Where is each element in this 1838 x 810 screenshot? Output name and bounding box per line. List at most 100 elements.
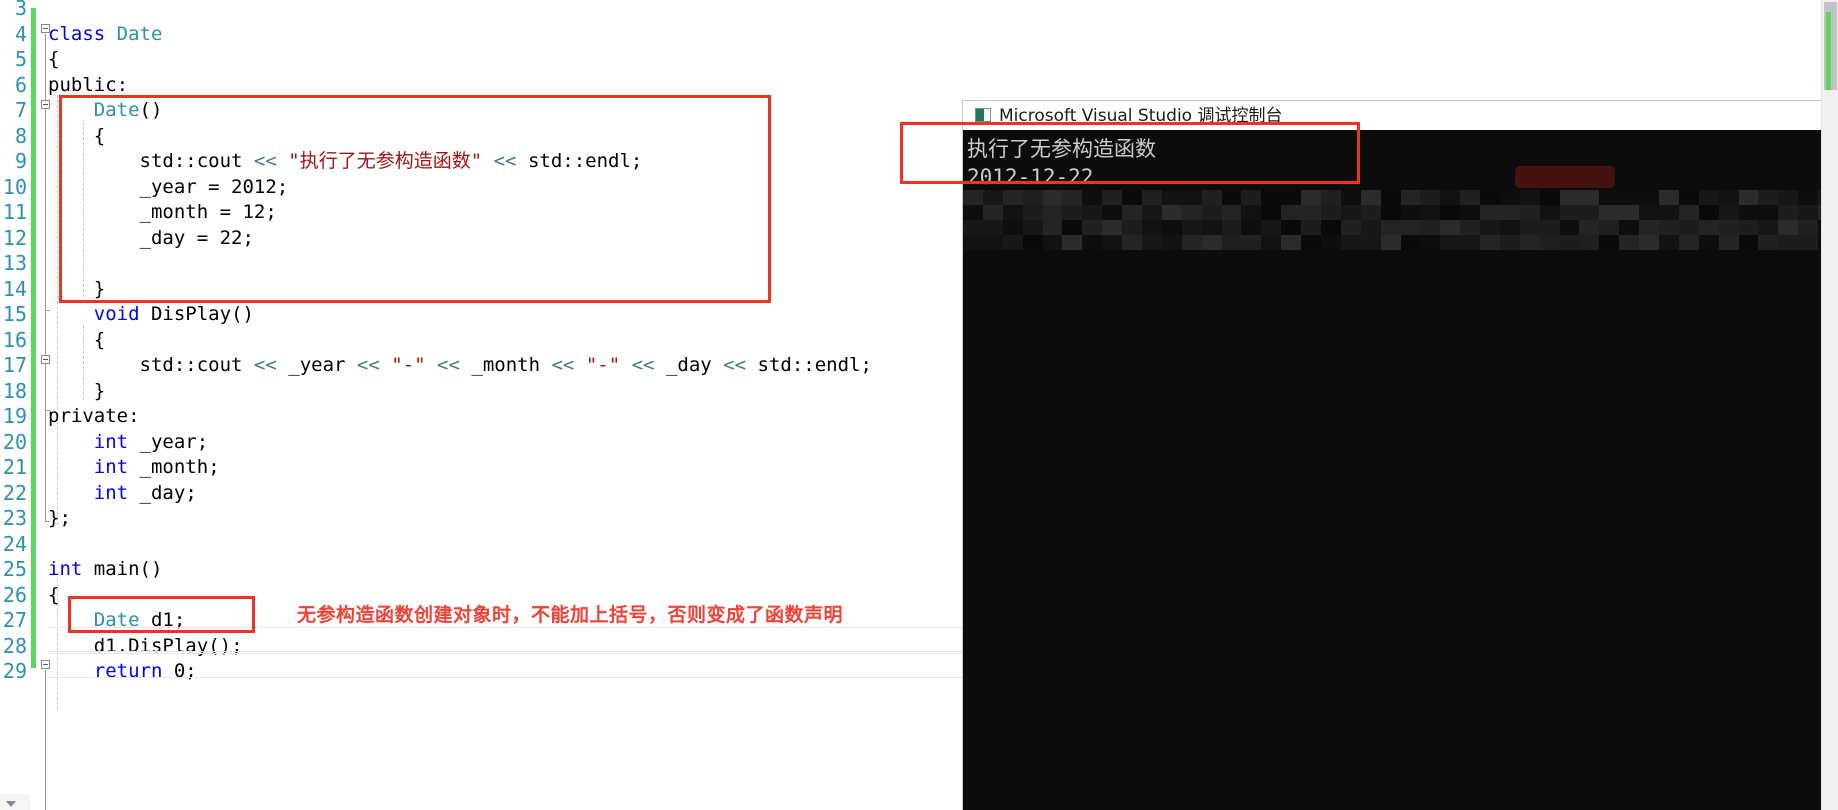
mosaic-tile bbox=[1480, 205, 1501, 220]
mosaic-tile bbox=[1320, 235, 1341, 250]
mosaic-tile bbox=[1758, 190, 1779, 205]
change-bar bbox=[31, 8, 36, 668]
code-line[interactable]: int main() bbox=[48, 557, 162, 583]
code-line[interactable]: }; bbox=[48, 506, 71, 532]
fold-region-line bbox=[45, 670, 46, 810]
mosaic-tile bbox=[1301, 205, 1322, 220]
line-number: 24 bbox=[2, 531, 27, 556]
line-number: 10 bbox=[2, 174, 27, 199]
mosaic-tile bbox=[1360, 220, 1381, 235]
mosaic-tile bbox=[1559, 205, 1580, 220]
mosaic-tile bbox=[1420, 220, 1441, 235]
mosaic-tile bbox=[1738, 205, 1759, 220]
mosaic-tile bbox=[1201, 205, 1222, 220]
code-line[interactable]: } bbox=[48, 379, 105, 405]
mosaic-tile bbox=[982, 235, 1003, 250]
line-number: 9 bbox=[14, 149, 27, 173]
mosaic-tile bbox=[963, 205, 983, 220]
mosaic-tile bbox=[1659, 220, 1680, 235]
mosaic-tile bbox=[963, 220, 983, 235]
mosaic-tile bbox=[1738, 190, 1759, 205]
mosaic-tile bbox=[1440, 235, 1461, 250]
mosaic-tile bbox=[1241, 190, 1262, 205]
mosaic-tile bbox=[1639, 205, 1660, 220]
line-number: 15 bbox=[2, 302, 27, 326]
code-line[interactable]: { bbox=[48, 583, 59, 609]
object-declaration-highlight-box bbox=[68, 596, 255, 633]
mosaic-tile bbox=[963, 235, 983, 250]
mosaic-tile bbox=[1320, 205, 1341, 220]
code-line[interactable]: void DisPlay() bbox=[48, 302, 254, 328]
mosaic-tile bbox=[1201, 220, 1222, 235]
line-number: 11 bbox=[2, 200, 27, 224]
mosaic-tile bbox=[1420, 190, 1441, 205]
mosaic-tile bbox=[1639, 235, 1660, 250]
mosaic-tile bbox=[1519, 205, 1540, 220]
mosaic-tile bbox=[1340, 190, 1361, 205]
mosaic-tile bbox=[963, 190, 983, 205]
mosaic-tile bbox=[1659, 235, 1680, 250]
line-number: 25 bbox=[2, 557, 27, 581]
mosaic-tile bbox=[1499, 220, 1520, 235]
code-line[interactable]: { bbox=[48, 47, 59, 73]
line-number: 29 bbox=[2, 659, 27, 683]
mosaic-tile bbox=[1002, 220, 1023, 235]
constructor-highlight-box bbox=[59, 95, 771, 303]
mosaic-tile bbox=[1499, 190, 1520, 205]
mosaic-tile bbox=[1539, 205, 1560, 220]
mosaic-tile bbox=[1579, 205, 1600, 220]
mosaic-tile bbox=[1559, 235, 1580, 250]
line-number: 27 bbox=[2, 608, 27, 632]
mosaic-tile bbox=[1022, 190, 1043, 205]
mosaic-tile bbox=[1539, 220, 1560, 235]
console-window-icon bbox=[975, 108, 991, 122]
line-number: 26 bbox=[2, 582, 27, 607]
mosaic-tile bbox=[1460, 190, 1481, 205]
mosaic-tile bbox=[1102, 205, 1123, 220]
mosaic-tile bbox=[1022, 220, 1043, 235]
scroll-down-arrow-icon[interactable] bbox=[6, 801, 16, 807]
code-line[interactable]: { bbox=[48, 328, 105, 354]
mosaic-tile bbox=[1798, 190, 1819, 205]
mosaic-tile bbox=[1678, 235, 1699, 250]
code-line[interactable]: std::cout << _year << "-" << _month << "… bbox=[48, 353, 872, 379]
mosaic-tile bbox=[1639, 190, 1660, 205]
annotation-note: 无参构造函数创建对象时，不能加上括号，否则变成了函数声明 bbox=[297, 604, 844, 626]
line-number: 7 bbox=[14, 98, 27, 122]
mosaic-tile bbox=[1798, 205, 1819, 220]
code-line[interactable]: class Date bbox=[48, 22, 162, 48]
mosaic-tile bbox=[1440, 205, 1461, 220]
mosaic-tile bbox=[1201, 190, 1222, 205]
code-line[interactable]: int _year; bbox=[48, 430, 208, 456]
code-line[interactable]: private: bbox=[48, 404, 140, 430]
mosaic-tile bbox=[1579, 220, 1600, 235]
mosaic-tile bbox=[1758, 220, 1779, 235]
mosaic-tile bbox=[1301, 235, 1322, 250]
code-line[interactable]: int _day; bbox=[48, 481, 197, 507]
mosaic-tile bbox=[1042, 190, 1063, 205]
line-number: 3 bbox=[14, 0, 27, 20]
mosaic-tile bbox=[1122, 220, 1143, 235]
vertical-scrollbar[interactable] bbox=[1821, 0, 1838, 810]
mosaic-tile bbox=[1599, 235, 1620, 250]
mosaic-tile bbox=[1161, 235, 1182, 250]
mosaic-tile bbox=[1062, 205, 1083, 220]
mosaic-tile bbox=[1718, 190, 1739, 205]
mosaic-tile bbox=[1360, 205, 1381, 220]
line-number: 4 bbox=[14, 21, 27, 46]
mosaic-tile bbox=[1778, 190, 1799, 205]
mosaic-tile bbox=[1042, 220, 1063, 235]
line-number: 21 bbox=[2, 455, 27, 479]
mosaic-tile bbox=[1281, 235, 1302, 250]
mosaic-tile bbox=[1798, 235, 1819, 250]
line-number: 19 bbox=[2, 404, 27, 428]
mosaic-tile bbox=[1678, 205, 1699, 220]
mosaic-redaction bbox=[963, 190, 1838, 250]
line-number: 28 bbox=[2, 633, 27, 658]
mosaic-tile bbox=[1718, 205, 1739, 220]
editor-bottom-strip bbox=[0, 794, 30, 810]
mosaic-tile bbox=[1181, 205, 1202, 220]
mosaic-tile bbox=[1241, 220, 1262, 235]
code-line[interactable]: int _month; bbox=[48, 455, 220, 481]
fold-region-line bbox=[45, 110, 46, 310]
